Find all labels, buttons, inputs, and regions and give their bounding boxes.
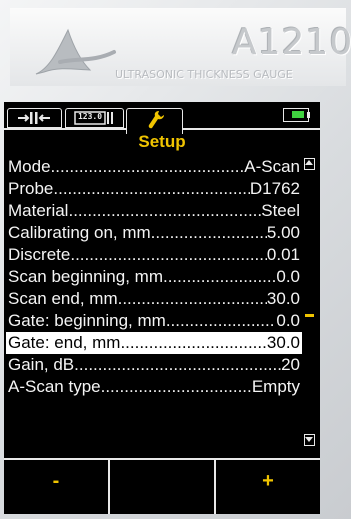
screen-title: Setup [138,132,186,151]
device-body: A1210 ULTRASONIC THICKNESS GAUGE 123.0 S… [0,0,351,519]
menu-item-value: Empty [251,377,300,396]
menu-item-label: Discrete [8,245,71,264]
scrollbar[interactable] [304,158,317,446]
menu-item[interactable]: Gate: beginning, mm 0.0 [6,310,302,332]
leader-dots [166,311,277,331]
battery-indicator [283,108,309,122]
leader-dots [120,333,266,353]
menu-item-label: A-Scan type [8,377,101,396]
menu-item-label: Gain, dB [8,355,75,374]
softkey-bar: - + [4,458,320,514]
leader-dots [101,377,252,397]
tab-setup[interactable] [126,108,183,134]
menu-item[interactable]: Gain, dB 20 [6,354,302,376]
menu-item-value: D1762 [249,179,300,198]
leader-dots [70,245,267,265]
menu-item-value: 0.0 [276,311,300,330]
chevron-down-icon [305,437,313,442]
leader-dots [53,179,250,199]
thickness-measure-icon [18,112,50,124]
menu-item-label: Scan beginning, mm [8,267,163,286]
increase-button[interactable]: + [216,460,320,514]
tab-thickness[interactable] [7,108,62,128]
model-label: A1210 [232,22,351,63]
menu-item-label: Gate: beginning, mm [8,311,166,330]
lcd-screen: 123.0 Setup Mode A-Scan Probe D1762 Material… [4,102,320,514]
decrease-button[interactable]: - [4,460,110,514]
menu-item-value: 0.0 [276,267,300,286]
menu-item[interactable]: A-Scan type Empty [6,376,302,398]
acs-logo-icon [35,28,116,75]
leader-dots [51,157,245,177]
menu-item-label: Gate: end, mm [8,333,121,352]
battery-icon [292,111,304,118]
wrench-icon [148,111,164,129]
settings-menu: Mode A-Scan Probe D1762 Material Steel Calibra… [6,156,302,398]
scroll-up-arrow[interactable] [304,158,315,170]
scroll-thumb[interactable] [305,314,314,317]
middle-softkey[interactable] [110,460,216,514]
leader-dots [74,355,281,375]
menu-item[interactable]: Material Steel [6,200,302,222]
menu-item[interactable]: Scan end, mm 30.0 [6,288,302,310]
chevron-up-icon [305,160,313,165]
menu-item-value: 0.01 [266,245,300,264]
leader-dots [68,201,261,221]
menu-item-label: Scan end, mm [8,289,118,308]
numeric-tab-text: 123.0 [77,112,103,121]
menu-item[interactable]: Gate: end, mm 30.0 [6,332,302,354]
menu-item-value: 30.0 [266,333,300,352]
menu-item[interactable]: Calibrating on, mm 5.00 [6,222,302,244]
leader-dots [163,267,276,287]
leader-dots [151,223,267,243]
menu-item-value: 30.0 [266,289,300,308]
tab-numeric[interactable]: 123.0 [65,108,124,128]
menu-item-value: A-Scan [244,157,300,176]
menu-item-value: 20 [281,355,300,374]
menu-item-label: Probe [8,179,54,198]
menu-item-value: 5.00 [266,223,300,242]
menu-item-label: Calibrating on, mm [8,223,151,242]
menu-item[interactable]: Mode A-Scan [6,156,302,178]
device-subtitle: ULTRASONIC THICKNESS GAUGE [115,68,293,81]
leader-dots [118,289,267,309]
menu-item[interactable]: Probe D1762 [6,178,302,200]
menu-item-value: Steel [261,201,300,220]
scroll-down-arrow[interactable] [304,434,315,446]
menu-item[interactable]: Discrete 0.01 [6,244,302,266]
menu-item-label: Mode [8,157,51,176]
menu-item[interactable]: Scan beginning, mm 0.0 [6,266,302,288]
menu-item-label: Material [8,201,69,220]
